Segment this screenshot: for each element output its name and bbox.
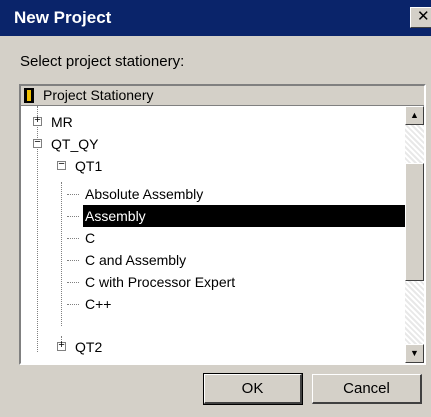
stationery-prompt: Select project stationery: xyxy=(20,53,185,70)
tree-item-mr[interactable]: MR xyxy=(51,111,73,133)
tree-body[interactable]: + MR − QT_QY − QT1 Absolute Assembly Ass… xyxy=(21,106,405,363)
tree-header[interactable]: Project Stationery xyxy=(21,86,424,106)
window-title: New Project xyxy=(14,8,112,27)
arrow-down-icon: ▼ xyxy=(410,348,419,358)
tree-item-cpp[interactable]: C++ xyxy=(85,293,111,315)
tree-item-c-with-processor-expert[interactable]: C with Processor Expert xyxy=(85,271,235,293)
close-icon: ✕ xyxy=(417,8,430,25)
tree-guide-line xyxy=(67,238,79,240)
vertical-scrollbar[interactable]: ▲ ▼ xyxy=(405,106,424,363)
collapse-icon[interactable]: − xyxy=(57,160,66,171)
title-bar: New Project ✕ xyxy=(0,0,431,36)
tree-header-label: Project Stationery xyxy=(43,87,154,103)
scroll-thumb[interactable] xyxy=(405,163,424,281)
tree-guide-line xyxy=(67,194,79,196)
cancel-button[interactable]: Cancel xyxy=(312,374,422,404)
scroll-up-button[interactable]: ▲ xyxy=(405,106,424,125)
ok-button[interactable]: OK xyxy=(203,373,303,405)
expand-icon[interactable]: + xyxy=(57,341,66,352)
collapse-icon[interactable]: − xyxy=(33,138,42,149)
tree-guide-line xyxy=(67,304,79,306)
tree-item-assembly[interactable]: Assembly xyxy=(83,205,405,227)
tree-guide-line xyxy=(67,216,79,218)
arrow-up-icon: ▲ xyxy=(410,110,419,120)
tree-item-qt1[interactable]: QT1 xyxy=(75,155,102,177)
tree-item-c[interactable]: C xyxy=(85,227,95,249)
stationery-icon xyxy=(24,88,34,103)
tree-guide-line xyxy=(61,182,63,326)
tree-guide-line xyxy=(67,260,79,262)
tree-item-qt2[interactable]: QT2 xyxy=(75,336,102,358)
stationery-tree[interactable]: Project Stationery + MR − QT_QY − QT1 Ab… xyxy=(19,84,426,365)
tree-guide-line xyxy=(67,282,79,284)
scroll-down-button[interactable]: ▼ xyxy=(405,344,424,363)
tree-item-qt-qy[interactable]: QT_QY xyxy=(51,133,98,155)
close-button[interactable]: ✕ xyxy=(410,7,431,28)
tree-item-c-and-assembly[interactable]: C and Assembly xyxy=(85,249,186,271)
expand-icon[interactable]: + xyxy=(33,116,42,127)
tree-item-absolute-assembly[interactable]: Absolute Assembly xyxy=(85,183,203,205)
